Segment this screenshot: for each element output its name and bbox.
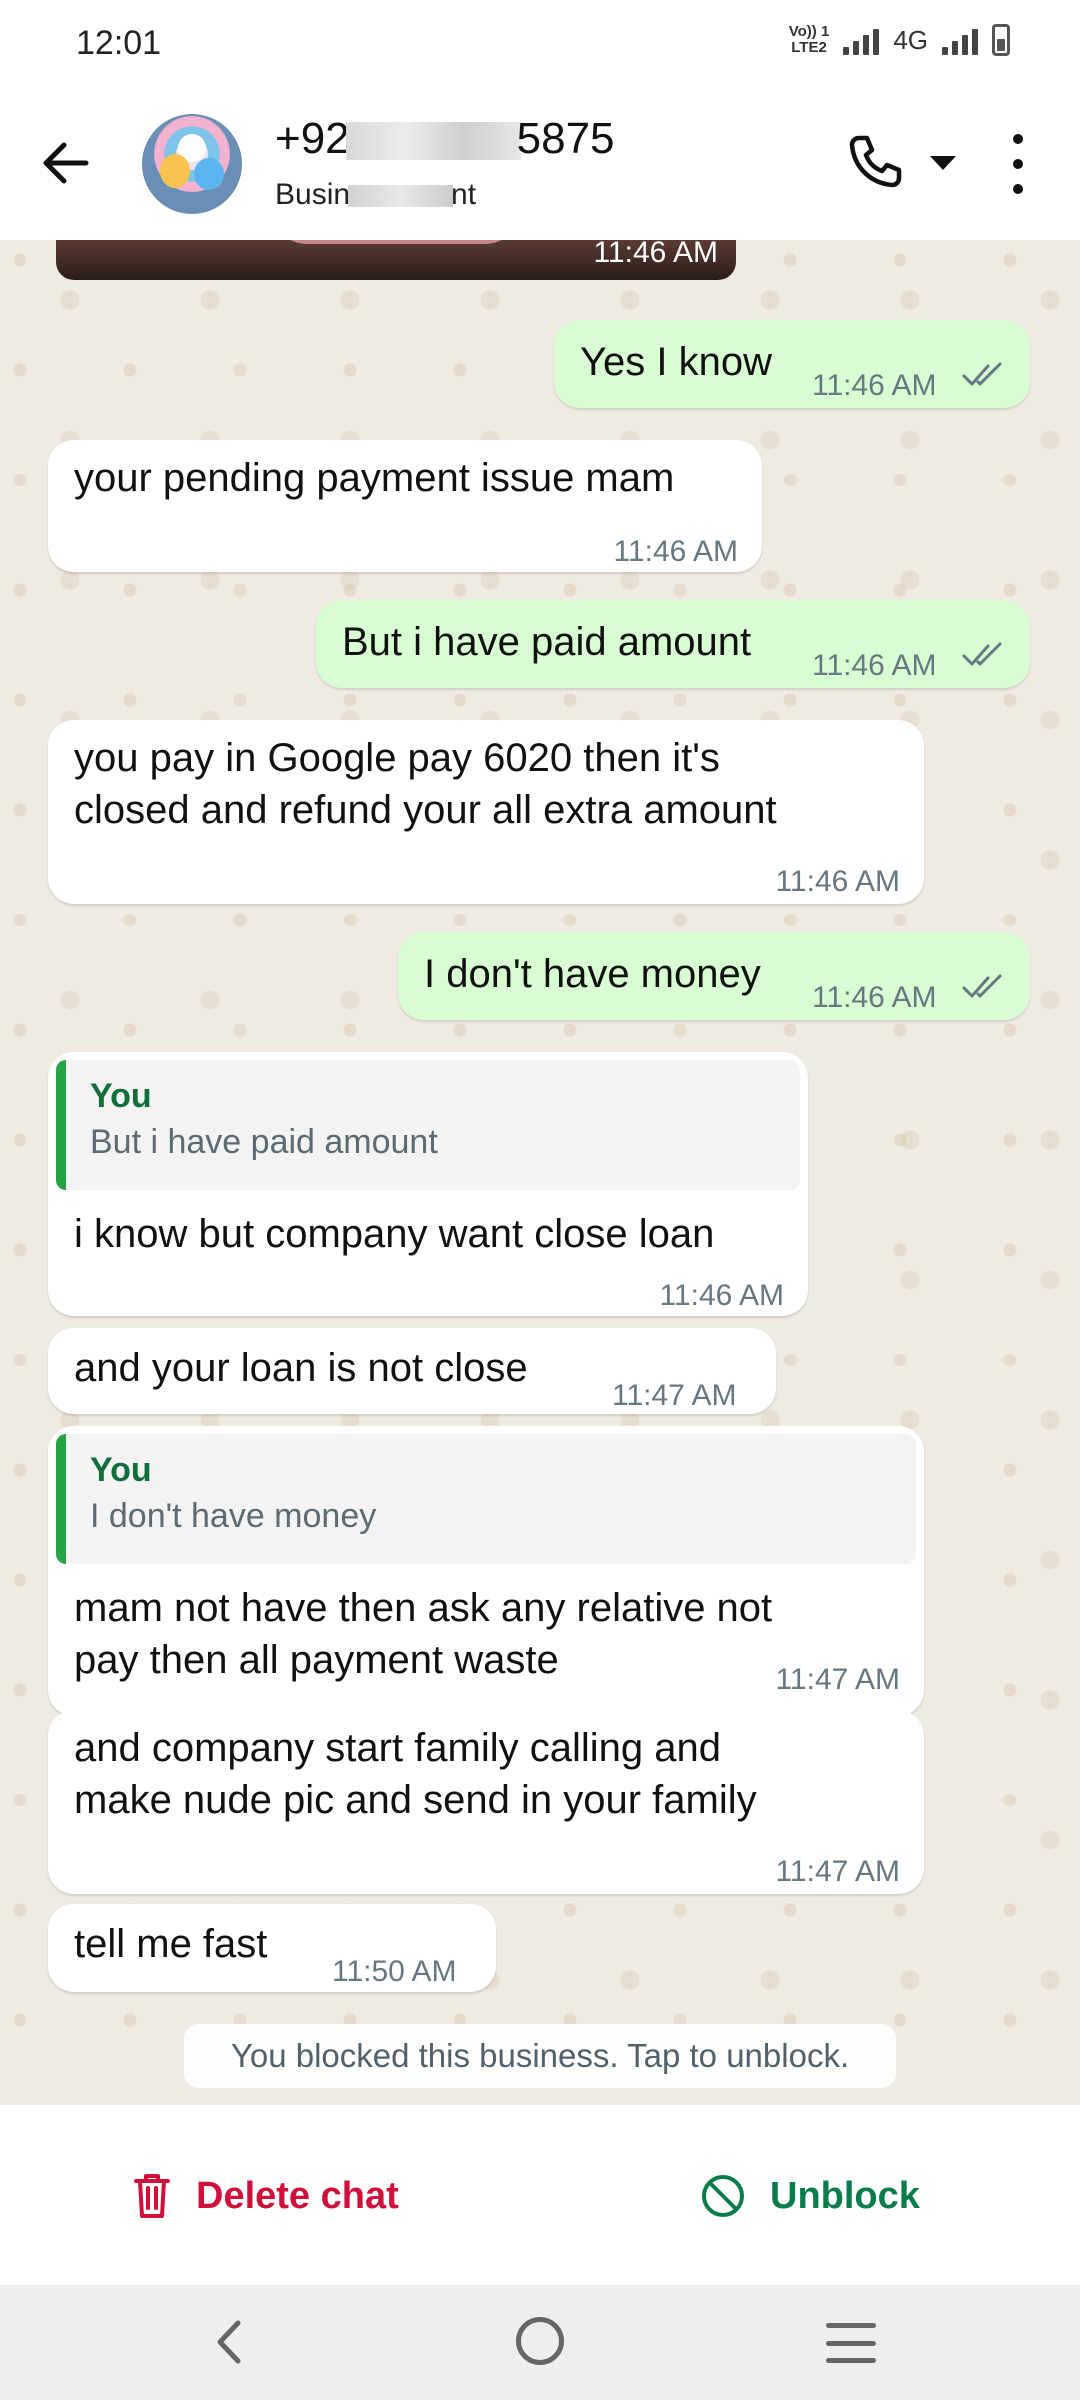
message-text: and your loan is not close [74,1346,528,1390]
message-text: But i have paid amount [342,620,752,664]
outgoing-message[interactable]: But i have paid amount 11:46 AM [316,600,1030,688]
quote-text: But i have paid amount [90,1123,438,1161]
message-text-line: pay then all payment waste [74,1638,559,1682]
redaction-mask [348,185,454,208]
delete-chat-button[interactable]: Delete chat [132,2161,399,2231]
signal-icon [843,25,880,55]
read-ticks-icon [962,362,1002,386]
quoted-message[interactable]: You I don't have money [56,1434,916,1564]
message-time: 11:50 AM [332,1955,457,1988]
unblock-button[interactable]: Unblock [700,2161,920,2231]
status-time: 12:01 [76,24,162,62]
avatar[interactable] [142,114,242,214]
trash-icon [134,2174,170,2218]
more-vert-icon[interactable] [1006,134,1030,194]
message-time: 11:47 AM [775,1855,900,1888]
signal-icon-2 [942,25,978,55]
message-text: your pending payment issue mam [74,456,675,500]
back-arrow-icon[interactable] [38,135,94,191]
message-time: 11:46 AM [613,535,738,568]
read-ticks-icon [962,974,1002,998]
message-text: I don't have money [424,952,761,996]
message-time: 11:47 AM [775,1663,900,1696]
message-text: tell me fast [74,1922,268,1966]
block-icon [702,2175,744,2217]
incoming-message[interactable]: tell me fast 11:50 AM [48,1904,496,1992]
quote-author: You [90,1077,152,1115]
delete-chat-label: Delete chat [196,2174,399,2217]
battery-icon [992,24,1010,56]
read-ticks-icon [962,642,1002,666]
incoming-message[interactable]: and your loan is not close 11:47 AM [48,1328,776,1414]
status-bar: 12:01 Vo)) 1 LTE2 4G [0,0,1080,90]
chat-area[interactable]: 11:46 AM Yes I know 11:46 AM your pendin… [0,240,1080,2105]
incoming-reply-message[interactable]: You I don't have money mam not have then… [48,1426,924,1716]
incoming-message[interactable]: and company start family calling and mak… [48,1710,924,1894]
redaction-mask [345,122,521,161]
message-time: 11:46 AM [812,981,937,1014]
quote-text: I don't have money [90,1497,377,1535]
network-type: 4G [893,24,928,55]
nav-recents-icon[interactable] [826,2323,876,2363]
message-text-line: you pay in Google pay 6020 then it's [74,736,720,780]
chat-header: +92 5875 Busin nt [0,90,1080,240]
system-nav-bar [0,2285,1080,2400]
nav-back-icon[interactable] [206,2317,256,2367]
call-icon[interactable] [845,132,905,192]
message-text-line: mam not have then ask any relative not [74,1586,773,1630]
contact-subtitle: Busin nt [275,178,477,211]
contact-name[interactable]: +92 5875 [275,114,615,164]
outgoing-message[interactable]: I don't have money 11:46 AM [398,932,1030,1020]
caret-down-icon[interactable] [930,156,956,170]
message-time: 11:46 AM [812,649,937,682]
quote-author: You [90,1451,152,1489]
incoming-reply-message[interactable]: You But i have paid amount i know but co… [48,1052,808,1316]
image-message[interactable]: 11:46 AM [56,240,736,280]
quoted-message[interactable]: You But i have paid amount [56,1060,800,1190]
message-text-line: and company start family calling and [74,1726,721,1770]
incoming-message[interactable]: your pending payment issue mam 11:46 AM [48,440,762,572]
message-time: 11:46 AM [775,865,900,898]
message-time: 11:46 AM [659,1279,784,1312]
message-time: 11:46 AM [812,369,937,402]
outgoing-message[interactable]: Yes I know 11:46 AM [554,320,1030,408]
message-text-line: closed and refund your all extra amount [74,788,777,832]
message-text: Yes I know [580,340,772,384]
blocked-notice[interactable]: You blocked this business. Tap to unbloc… [184,2024,896,2088]
incoming-message[interactable]: you pay in Google pay 6020 then it's clo… [48,720,924,904]
unblock-label: Unblock [770,2174,920,2217]
message-text: i know but company want close loan [74,1212,715,1256]
volte-indicator: Vo)) 1 LTE2 [788,23,830,56]
blocked-action-bar: Delete chat Unblock [0,2105,1080,2285]
nav-home-icon[interactable] [516,2317,564,2365]
message-time: 11:47 AM [612,1379,737,1412]
status-icons: Vo)) 1 LTE2 4G [789,24,1010,56]
message-text-line: make nude pic and send in your family [74,1778,757,1822]
message-time: 11:46 AM [593,240,718,269]
